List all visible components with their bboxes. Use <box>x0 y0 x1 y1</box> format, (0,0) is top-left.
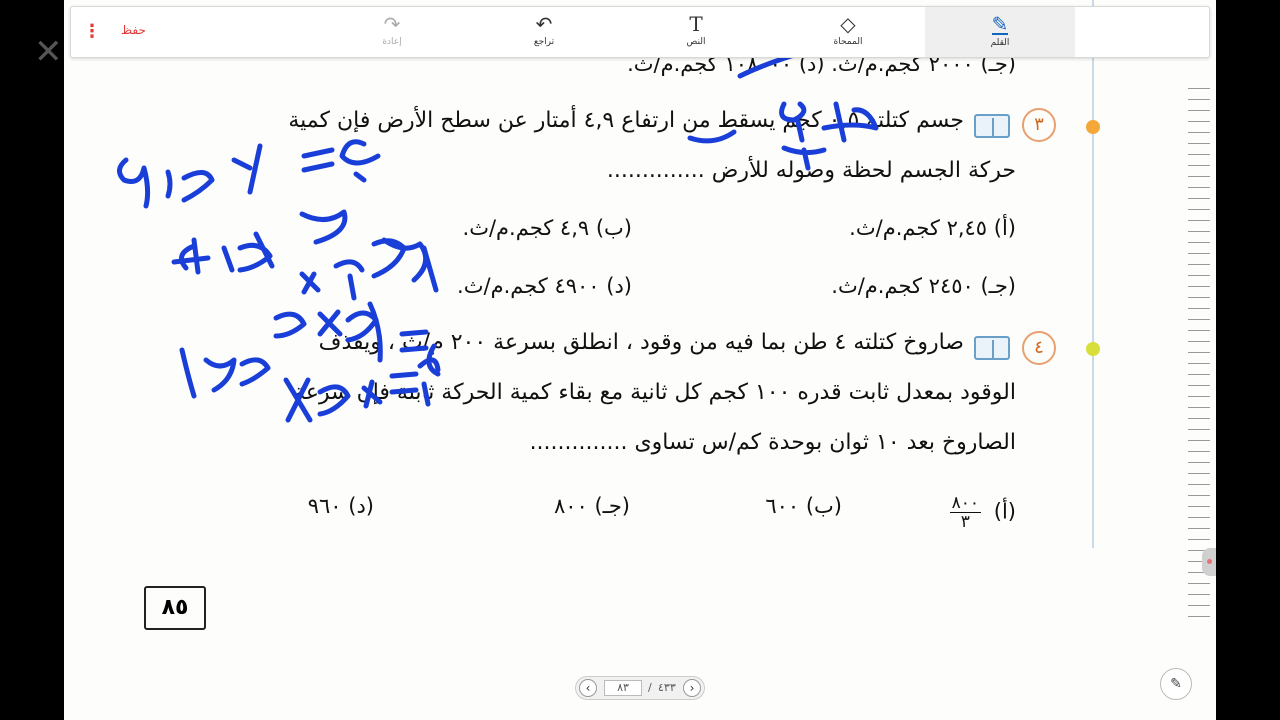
annotation-toolbar: ⋮ حفظ ↷ إعادة ↶ تراجع T النص ◇ الممحاة ✎… <box>70 6 1210 58</box>
pen-tool-label: القلم <box>990 38 1010 48</box>
pen-icon: ✎ <box>991 12 1009 36</box>
eraser-tool-button[interactable]: ◇ الممحاة <box>813 11 883 55</box>
redo-button[interactable]: ↷ إعادة <box>357 11 427 55</box>
next-page-button[interactable]: › <box>683 679 701 697</box>
side-scroll-handle[interactable] <box>1202 548 1216 576</box>
eraser-tool-label: الممحاة <box>833 37 863 47</box>
handwriting-annotations <box>117 49 879 423</box>
page-navigator: ‹ ٨٣ / ٤٣٣ › <box>575 676 705 700</box>
prev-page-button[interactable]: ‹ <box>579 679 597 697</box>
redo-icon: ↷ <box>383 12 401 36</box>
text-icon: T <box>689 12 703 36</box>
eraser-icon: ◇ <box>840 12 856 36</box>
edit-icon[interactable]: ✎ <box>1160 668 1192 700</box>
right-strip <box>1216 0 1280 720</box>
document-page[interactable]: (جـ) ٢٠٠٠ كجم.م/ث. (د) ١٠٨٠٠٠ كجم.م/ث. ٣… <box>64 0 1216 720</box>
total-pages: ٤٣٣ <box>658 681 676 694</box>
text-tool-button[interactable]: T النص <box>661 11 731 55</box>
pen-tool-button[interactable]: ✎ القلم <box>925 7 1075 57</box>
undo-button[interactable]: ↶ تراجع <box>509 11 579 55</box>
left-strip: ✕ <box>0 0 64 720</box>
save-button[interactable]: حفظ <box>121 23 146 37</box>
more-vert-icon[interactable]: ⋮ <box>83 21 101 45</box>
redo-label: إعادة <box>382 37 402 47</box>
undo-label: تراجع <box>533 37 555 47</box>
app-logo-icon: ✕ <box>34 32 63 72</box>
text-tool-label: النص <box>686 37 706 47</box>
page-separator: / <box>648 681 652 694</box>
current-page-input[interactable]: ٨٣ <box>604 680 642 696</box>
undo-icon: ↶ <box>535 12 553 36</box>
